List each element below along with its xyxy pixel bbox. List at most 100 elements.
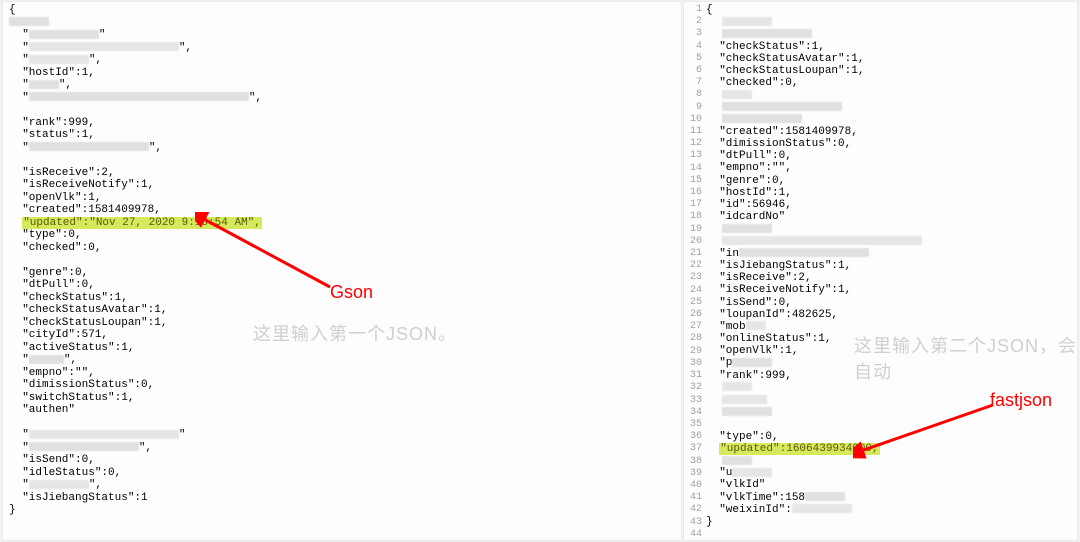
blurred-value — [722, 407, 772, 416]
blurred-value — [9, 17, 49, 26]
code-line — [706, 114, 922, 126]
code-line — [706, 223, 922, 235]
code-line: "isReceive":2, — [9, 167, 262, 180]
code-line: "openVlk":1, — [706, 345, 922, 357]
code-line: "isJiebangStatus":1 — [9, 492, 262, 505]
code-line — [706, 406, 922, 418]
left-code: { "" "", "", "hostId":1, "", "", "rank":… — [9, 4, 262, 517]
code-line: "checkStatus":1, — [9, 292, 262, 305]
right-json-pane[interactable]: 这里输入第二个JSON，会自动 1 2 3 4 5 6 7 8 9 10 11 … — [683, 1, 1078, 541]
code-line: "in — [706, 248, 922, 260]
code-line: "checkStatusLoupan":1, — [706, 65, 922, 77]
fastjson-label: fastjson — [990, 390, 1052, 411]
code-line: "checkStatus":1, — [706, 41, 922, 53]
blurred-value — [722, 456, 752, 465]
code-line: { — [9, 4, 262, 17]
blurred-value — [29, 480, 89, 489]
code-line: "rank":999, — [706, 370, 922, 382]
blurred-value — [722, 236, 922, 245]
code-line: "isReceive":2, — [706, 272, 922, 284]
code-line: "empno":"", — [9, 367, 262, 380]
code-line: "isReceiveNotify":1, — [9, 179, 262, 192]
blurred-value — [29, 142, 149, 151]
code-line — [9, 154, 262, 167]
code-line: "type":0, — [706, 431, 922, 443]
blurred-value — [732, 468, 772, 477]
code-line: "authen" — [9, 404, 262, 417]
code-line: "mob — [706, 321, 922, 333]
code-line: "p — [706, 357, 922, 369]
code-line: "", — [9, 354, 262, 367]
blurred-value — [722, 29, 812, 38]
blurred-value — [29, 355, 64, 364]
code-line: "id":56946, — [706, 199, 922, 211]
code-line: "" — [9, 429, 262, 442]
left-placeholder: 这里输入第一个JSON。 — [253, 320, 457, 346]
blurred-value — [722, 114, 802, 123]
code-line: "hostId":1, — [9, 67, 262, 80]
code-line: "openVlk":1, — [9, 192, 262, 205]
code-line: "loupanId":482625, — [706, 309, 922, 321]
right-code: { "checkStatus":1, "checkStatusAvatar":1… — [706, 4, 922, 540]
code-line: "weixinId": — [706, 504, 922, 516]
blurred-value — [739, 248, 869, 257]
blurred-value — [722, 224, 772, 233]
blurred-value — [805, 492, 845, 501]
code-line: "onlineStatus":1, — [706, 333, 922, 345]
code-line: "dimissionStatus":0, — [706, 138, 922, 150]
blurred-value — [29, 42, 179, 51]
code-line: "dtPull":0, — [706, 150, 922, 162]
blurred-value — [722, 102, 842, 111]
code-line: "" — [9, 29, 262, 42]
code-line: "checkStatusLoupan":1, — [9, 317, 262, 330]
code-line: "rank":999, — [9, 117, 262, 130]
code-line: "u — [706, 467, 922, 479]
code-line — [9, 417, 262, 430]
code-line: "checked":0, — [706, 77, 922, 89]
blurred-value — [29, 30, 99, 39]
code-line: "isSend":0, — [9, 454, 262, 467]
code-line — [706, 28, 922, 40]
code-line: "", — [9, 142, 262, 155]
code-line: "hostId":1, — [706, 187, 922, 199]
code-line: "cityId":571, — [9, 329, 262, 342]
code-line: "", — [9, 54, 262, 67]
code-line: "isSend":0, — [706, 297, 922, 309]
code-line: "vlkId" — [706, 479, 922, 491]
code-line: "updated":1606439934000, — [706, 443, 922, 455]
code-line: "", — [9, 442, 262, 455]
blurred-value — [29, 442, 139, 451]
left-json-pane[interactable]: 这里输入第一个JSON。 { "" "", "", "hostId":1, ""… — [2, 1, 682, 541]
code-line: "type":0, — [9, 229, 262, 242]
code-line: "genre":0, — [9, 267, 262, 280]
code-line: "created":1581409978, — [9, 204, 262, 217]
code-line: "activeStatus":1, — [9, 342, 262, 355]
code-line: "empno":"", — [706, 162, 922, 174]
blurred-value — [732, 358, 772, 367]
code-line — [706, 102, 922, 114]
code-line — [706, 236, 922, 248]
code-line: "isReceiveNotify":1, — [706, 284, 922, 296]
blurred-value — [722, 17, 772, 26]
code-line: "", — [9, 479, 262, 492]
code-line: "checkStatusAvatar":1, — [706, 53, 922, 65]
code-line — [706, 16, 922, 28]
code-line: "updated":"Nov 27, 2020 9:18:54 AM", — [9, 217, 262, 230]
code-line — [706, 89, 922, 101]
code-line: "checkStatusAvatar":1, — [9, 304, 262, 317]
code-line — [706, 382, 922, 394]
code-line — [9, 17, 262, 30]
code-line — [706, 528, 922, 540]
code-line — [9, 104, 262, 117]
code-line — [706, 394, 922, 406]
blurred-value — [29, 430, 179, 439]
code-line: "dtPull":0, — [9, 279, 262, 292]
code-line: "switchStatus":1, — [9, 392, 262, 405]
highlighted-updated-field: "updated":"Nov 27, 2020 9:18:54 AM", — [22, 217, 262, 230]
blurred-value — [29, 92, 249, 101]
code-line: "dimissionStatus":0, — [9, 379, 262, 392]
code-line: "", — [9, 42, 262, 55]
code-line: "", — [9, 92, 262, 105]
code-line — [706, 455, 922, 467]
code-line: "genre":0, — [706, 175, 922, 187]
